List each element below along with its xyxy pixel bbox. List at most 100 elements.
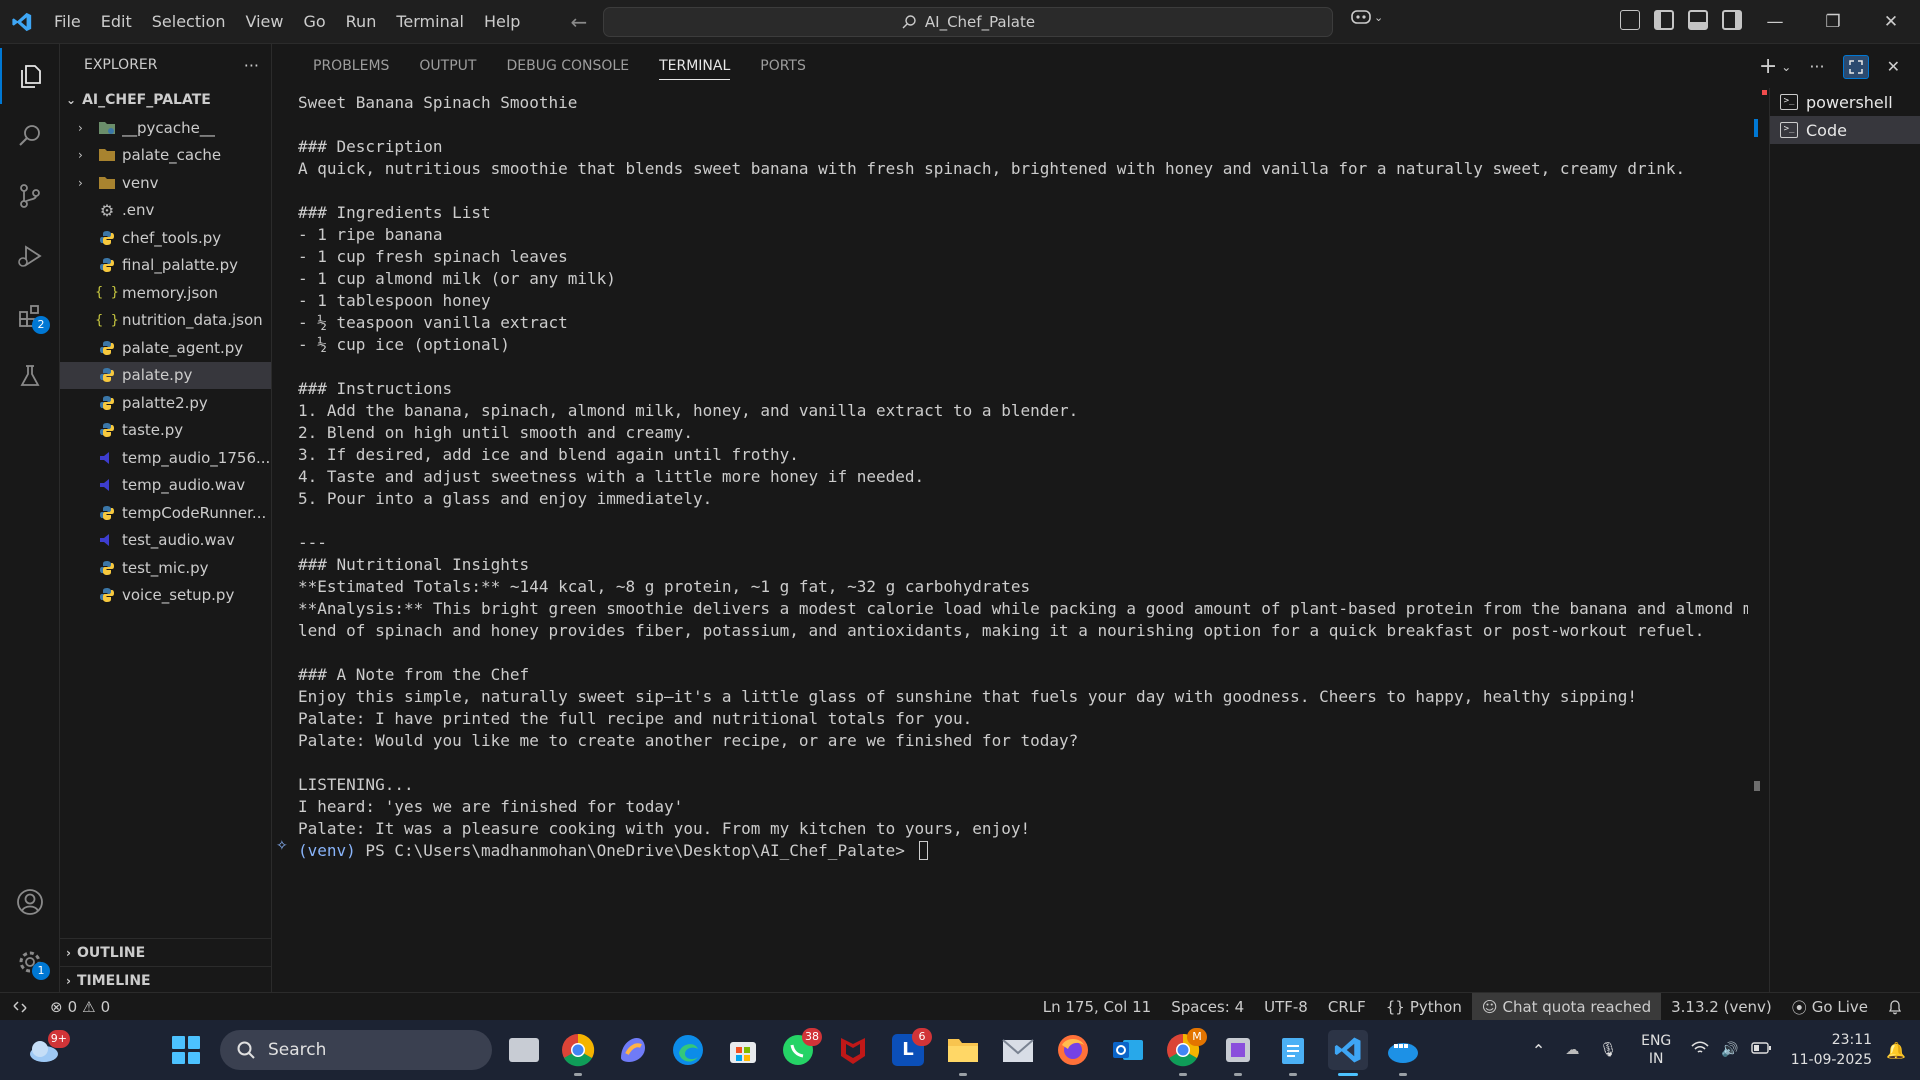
file-item[interactable]: chef_tools.py <box>60 224 271 252</box>
menu-help[interactable]: Help <box>474 0 530 44</box>
problems-status[interactable]: ⊗ 0 ⚠ 0 <box>40 998 120 1016</box>
chrome-profile-icon[interactable]: M <box>1163 1028 1207 1076</box>
terminal-output[interactable]: Sweet Banana Spinach Smoothie ### Descrip… <box>298 92 1748 972</box>
more-actions-icon[interactable]: ··· <box>1809 57 1824 76</box>
explorer-icon[interactable] <box>0 48 60 104</box>
microsoft-store-icon[interactable] <box>723 1030 763 1070</box>
notification-bell-icon[interactable]: 🔔 <box>1882 1041 1920 1060</box>
scrollbar-thumb[interactable] <box>1754 781 1760 791</box>
start-button-icon[interactable] <box>172 1036 200 1064</box>
mail-icon[interactable] <box>998 1030 1038 1070</box>
timeline-section[interactable]: › TIMELINE <box>60 966 272 994</box>
close-panel-icon[interactable]: ✕ <box>1887 57 1900 76</box>
cursor-position[interactable]: Ln 175, Col 11 <box>1033 998 1161 1016</box>
file-item[interactable]: final_palatte.py <box>60 252 271 280</box>
file-item[interactable]: tempCodeRunner... <box>60 499 271 527</box>
taskbar-search[interactable]: Search <box>220 1030 492 1070</box>
command-center[interactable]: AI_Chef_Palate <box>603 7 1333 37</box>
file-item[interactable]: taste.py <box>60 417 271 445</box>
menu-file[interactable]: File <box>44 0 91 44</box>
remote-icon[interactable] <box>0 993 40 1021</box>
vscode-logo-icon[interactable] <box>0 0 44 44</box>
terminal-instance[interactable]: >_ powershell <box>1770 88 1920 116</box>
volume-icon[interactable]: 🔊 <box>1715 1042 1744 1058</box>
go-live[interactable]: ⦿ Go Live <box>1782 997 1878 1018</box>
weather-widget[interactable]: 9+ <box>24 1030 70 1070</box>
file-item[interactable]: palate_agent.py <box>60 334 271 362</box>
menu-edit[interactable]: Edit <box>91 0 142 44</box>
whatsapp-icon[interactable]: 38 <box>778 1028 822 1070</box>
file-item[interactable]: { } nutrition_data.json <box>60 307 271 335</box>
tab-terminal[interactable]: TERMINAL <box>644 44 745 88</box>
file-item[interactable]: test_audio.wav <box>60 527 271 555</box>
restore-icon[interactable]: ❐ <box>1804 0 1862 44</box>
file-explorer-icon[interactable] <box>943 1030 983 1076</box>
outline-section[interactable]: › OUTLINE <box>60 938 272 966</box>
chat-quota[interactable]: ☺ Chat quota reached <box>1471 993 1662 1021</box>
tab-output[interactable]: OUTPUT <box>404 44 491 88</box>
task-view-icon[interactable] <box>504 1030 544 1070</box>
wifi-icon[interactable] <box>1685 1041 1715 1059</box>
accounts-icon[interactable] <box>0 874 60 930</box>
settings-gear-icon[interactable]: 1 <box>0 934 60 990</box>
file-item[interactable]: temp_audio.wav <box>60 472 271 500</box>
docker-icon[interactable] <box>1383 1030 1423 1076</box>
file-item[interactable]: test_mic.py <box>60 554 271 582</box>
microphone-icon[interactable]: 🎙 <box>1589 1042 1627 1058</box>
l-app-icon[interactable]: L6 <box>888 1028 932 1070</box>
file-item[interactable]: ⚙ .env <box>60 197 271 225</box>
customize-layout-icon[interactable] <box>1620 10 1640 30</box>
edge-icon[interactable] <box>668 1030 708 1070</box>
testing-icon[interactable] <box>0 348 60 404</box>
source-control-icon[interactable] <box>0 168 60 224</box>
notepad-icon[interactable] <box>1273 1030 1313 1076</box>
indentation[interactable]: Spaces: 4 <box>1161 998 1254 1016</box>
folder-item[interactable]: › __pycache__ <box>60 114 271 142</box>
notifications-bell-icon[interactable] <box>1878 999 1920 1015</box>
toggle-panel-icon[interactable] <box>1688 10 1708 30</box>
toggle-primary-sidebar-icon[interactable] <box>1654 10 1674 30</box>
maximize-panel-icon[interactable] <box>1842 54 1869 79</box>
chrome-icon[interactable] <box>558 1030 598 1076</box>
line-ending[interactable]: CRLF <box>1318 998 1376 1016</box>
encoding[interactable]: UTF-8 <box>1254 998 1318 1016</box>
tab-problems[interactable]: PROBLEMS <box>298 44 404 88</box>
project-folder-header[interactable]: ⌄ AI_CHEF_PALATE <box>60 86 271 114</box>
new-terminal-icon[interactable]: + <box>1759 54 1777 79</box>
language-mode[interactable]: {} Python <box>1376 998 1472 1016</box>
onedrive-icon[interactable]: ☁ <box>1555 1042 1589 1058</box>
terminal-prompt[interactable]: (venv) PS C:\Users\madhanmohan\OneDrive\… <box>298 840 1748 862</box>
menu-selection[interactable]: Selection <box>142 0 236 44</box>
outlook-icon[interactable] <box>1108 1030 1148 1070</box>
file-item[interactable]: { } memory.json <box>60 279 271 307</box>
back-arrow-icon[interactable]: ← <box>570 10 587 34</box>
run-debug-icon[interactable] <box>0 228 60 284</box>
tab-debug-console[interactable]: DEBUG CONSOLE <box>491 44 644 88</box>
terminal-instance[interactable]: >_ Code <box>1770 116 1920 144</box>
mcafee-icon[interactable] <box>833 1030 873 1070</box>
firefox-icon[interactable] <box>1053 1030 1093 1070</box>
folder-item[interactable]: › palate_cache <box>60 142 271 170</box>
python-interpreter[interactable]: 3.13.2 (venv) <box>1661 998 1782 1016</box>
copilot-app-icon[interactable] <box>613 1030 653 1070</box>
copilot-button[interactable]: ⌄ <box>1350 8 1383 26</box>
extensions-icon[interactable]: 2 <box>0 288 60 344</box>
more-actions-icon[interactable]: ··· <box>244 56 259 75</box>
menu-terminal[interactable]: Terminal <box>386 0 474 44</box>
snipping-tool-icon[interactable] <box>1218 1030 1258 1076</box>
chevron-up-icon[interactable]: ⌃ <box>1522 1041 1555 1060</box>
minimize-icon[interactable]: — <box>1746 0 1804 44</box>
battery-icon[interactable] <box>1745 1042 1777 1058</box>
vscode-taskbar-icon[interactable] <box>1328 1030 1368 1076</box>
menu-go[interactable]: Go <box>293 0 335 44</box>
shell-integration-icon[interactable]: ✧ <box>276 838 288 854</box>
clock[interactable]: 23:11 11-09-2025 <box>1777 1030 1882 1070</box>
menu-run[interactable]: Run <box>336 0 387 44</box>
toggle-secondary-sidebar-icon[interactable] <box>1722 10 1742 30</box>
file-item[interactable]: voice_setup.py <box>60 582 271 610</box>
folder-item[interactable]: › venv <box>60 169 271 197</box>
file-item[interactable]: palatte2.py <box>60 389 271 417</box>
language-indicator[interactable]: ENG IN <box>1627 1032 1685 1068</box>
menu-view[interactable]: View <box>236 0 294 44</box>
file-item[interactable]: palate.py <box>60 361 271 389</box>
